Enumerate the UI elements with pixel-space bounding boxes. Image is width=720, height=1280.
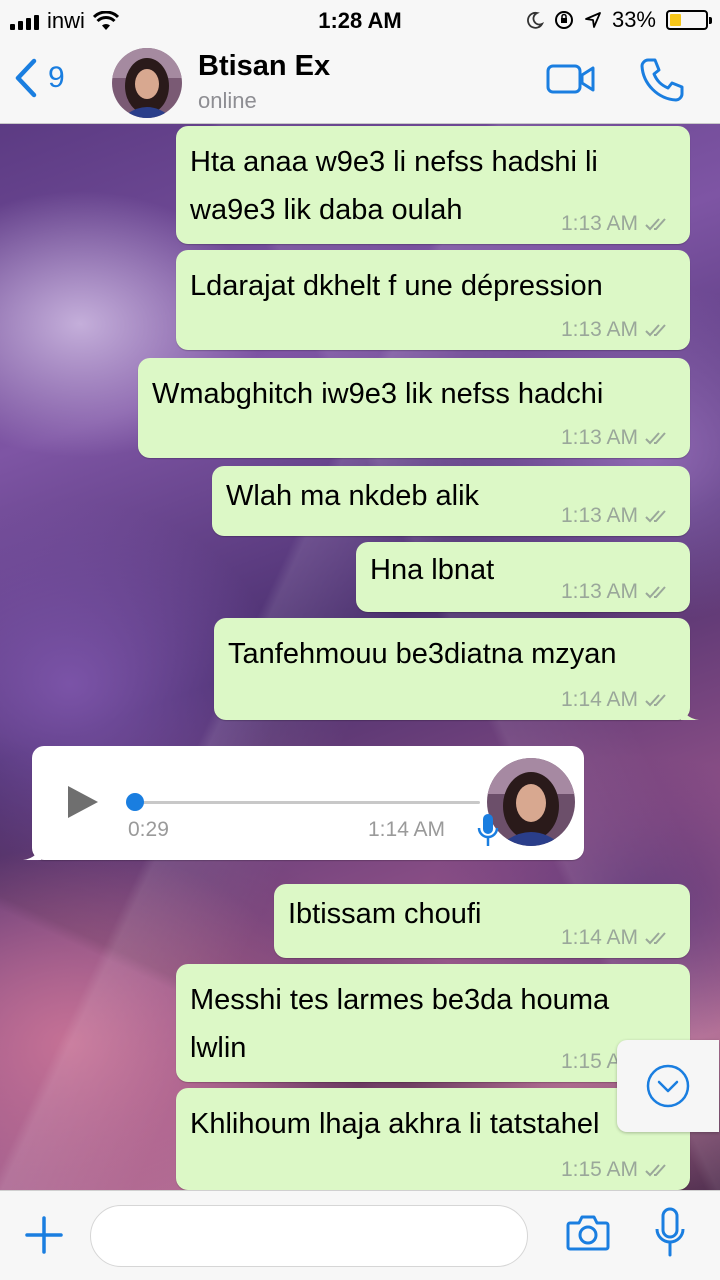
message-line: Ldarajat dkhelt f une dépression — [190, 270, 603, 302]
double-check-icon — [645, 510, 666, 523]
message-meta: 1:15 AM — [561, 1158, 672, 1182]
message-bubble[interactable]: Hna lbnat 1:13 AM — [356, 542, 690, 612]
moon-icon — [527, 11, 544, 29]
chat-header: 9 Btisan Ex online — [0, 40, 720, 124]
bubble-tail — [681, 702, 699, 720]
location-arrow-icon — [585, 12, 601, 28]
message-text: Wlah ma nkdeb alik — [226, 472, 479, 520]
message-time: 1:13 AM — [560, 580, 638, 603]
chat-area[interactable]: Hta anaa w9e3 li nefss hadshi li wa9e3 l… — [0, 124, 720, 1190]
message-line: Messhi tes larmes be3da houma — [190, 984, 610, 1016]
message-input[interactable] — [90, 1205, 528, 1267]
message-line: Khlihoum lhaja akhra li tatstahel — [190, 1108, 600, 1140]
unread-count: 9 — [48, 61, 65, 94]
message-line: lwlin — [190, 1032, 247, 1064]
message-bubble[interactable]: Ibtissam choufi 1:14 AM — [274, 884, 690, 958]
voice-message[interactable]: 0:29 1:14 AM — [23, 746, 584, 860]
message-line: Hna lbnat — [370, 554, 495, 586]
camera-icon[interactable] — [566, 1213, 610, 1253]
message-bubble[interactable]: Messhi tes larmes be3da houma lwlin 1:15… — [176, 964, 690, 1082]
battery-fill — [670, 14, 682, 26]
message-bubble[interactable]: Tanfehmouu be3diatna mzyan 1:14 AM — [214, 618, 699, 720]
battery-percent: 33% — [611, 7, 656, 32]
message-time: 1:13 AM — [560, 504, 638, 527]
message-time: 1:15 AM — [560, 1158, 638, 1181]
message-time: 1:13 AM — [560, 212, 638, 235]
status-right: 33% — [526, 7, 712, 33]
message-text: Ibtissam choufi — [288, 890, 481, 938]
message-bubble[interactable]: Wmabghitch iw9e3 lik nefss hadchi 1:13 A… — [138, 358, 690, 458]
microphone-icon — [477, 814, 499, 846]
phone-call-icon[interactable] — [638, 56, 686, 104]
double-check-icon — [645, 432, 666, 445]
message-meta: 1:13 AM — [561, 426, 672, 450]
message-meta: 1:13 AM — [561, 504, 672, 528]
rotation-lock-icon — [554, 11, 573, 29]
message-text: Tanfehmouu be3diatna mzyan — [228, 630, 617, 678]
double-check-icon — [645, 586, 666, 599]
double-check-icon — [645, 694, 666, 707]
message-meta: 1:14 AM — [561, 926, 672, 950]
back-button[interactable]: 9 — [14, 58, 65, 98]
message-text: Messhi tes larmes be3da houma lwlin — [190, 976, 609, 1072]
message-line: Ibtissam choufi — [288, 898, 482, 930]
contact-avatar[interactable] — [112, 48, 182, 118]
battery-icon — [666, 10, 712, 30]
message-bubble[interactable]: Ldarajat dkhelt f une dépression 1:13 AM — [176, 250, 690, 350]
message-text: Hta anaa w9e3 li nefss hadshi li wa9e3 l… — [190, 138, 598, 234]
voice-progress-track[interactable] — [132, 801, 480, 804]
message-text: Hna lbnat — [370, 546, 494, 594]
message-line: Wmabghitch iw9e3 lik nefss hadchi — [152, 378, 604, 410]
message-line: Tanfehmouu be3diatna mzyan — [228, 638, 617, 670]
message-bubble[interactable]: Hta anaa w9e3 li nefss hadshi li wa9e3 l… — [176, 126, 690, 244]
input-bar — [0, 1190, 720, 1280]
double-check-icon — [645, 932, 666, 945]
chevron-down-icon — [646, 1064, 690, 1108]
message-time: 1:13 AM — [560, 318, 638, 341]
microphone-icon[interactable] — [654, 1207, 686, 1259]
bubble-tail — [23, 842, 41, 860]
message-line: Wlah ma nkdeb alik — [226, 480, 480, 512]
double-check-icon — [645, 324, 666, 337]
status-bar: inwi 1:28 AM 33% — [0, 0, 720, 40]
message-text: Khlihoum lhaja akhra li tatstahel — [190, 1100, 599, 1148]
message-text: Ldarajat dkhelt f une dépression — [190, 262, 603, 310]
message-text: Wmabghitch iw9e3 lik nefss hadchi — [152, 370, 603, 418]
message-bubble[interactable]: Khlihoum lhaja akhra li tatstahel 1:15 A… — [176, 1088, 690, 1190]
voice-time: 1:14 AM — [368, 818, 446, 841]
double-check-icon — [645, 218, 666, 231]
back-chevron-icon — [15, 58, 37, 98]
message-line: Hta anaa w9e3 li nefss hadshi li — [190, 146, 598, 178]
message-time: 1:14 AM — [560, 688, 638, 711]
message-time: 1:14 AM — [560, 926, 638, 949]
message-meta: 1:14 AM — [561, 688, 672, 712]
video-call-icon[interactable] — [546, 64, 596, 94]
double-check-icon — [645, 1164, 666, 1177]
message-bubble[interactable]: Wlah ma nkdeb alik 1:13 AM — [212, 466, 690, 536]
message-meta: 1:13 AM — [561, 318, 672, 342]
play-icon[interactable] — [66, 784, 100, 820]
plus-icon[interactable] — [24, 1215, 64, 1255]
voice-progress-knob[interactable] — [126, 793, 144, 811]
voice-duration: 0:29 — [128, 818, 169, 841]
scroll-to-bottom-button[interactable] — [617, 1040, 719, 1132]
message-meta: 1:13 AM — [561, 212, 672, 236]
sender-avatar — [487, 758, 575, 846]
contact-name[interactable]: Btisan Ex — [198, 50, 330, 83]
message-time: 1:13 AM — [560, 426, 638, 449]
message-line: wa9e3 lik daba oulah — [190, 194, 463, 226]
message-meta: 1:13 AM — [561, 580, 672, 604]
contact-status: online — [198, 88, 257, 113]
